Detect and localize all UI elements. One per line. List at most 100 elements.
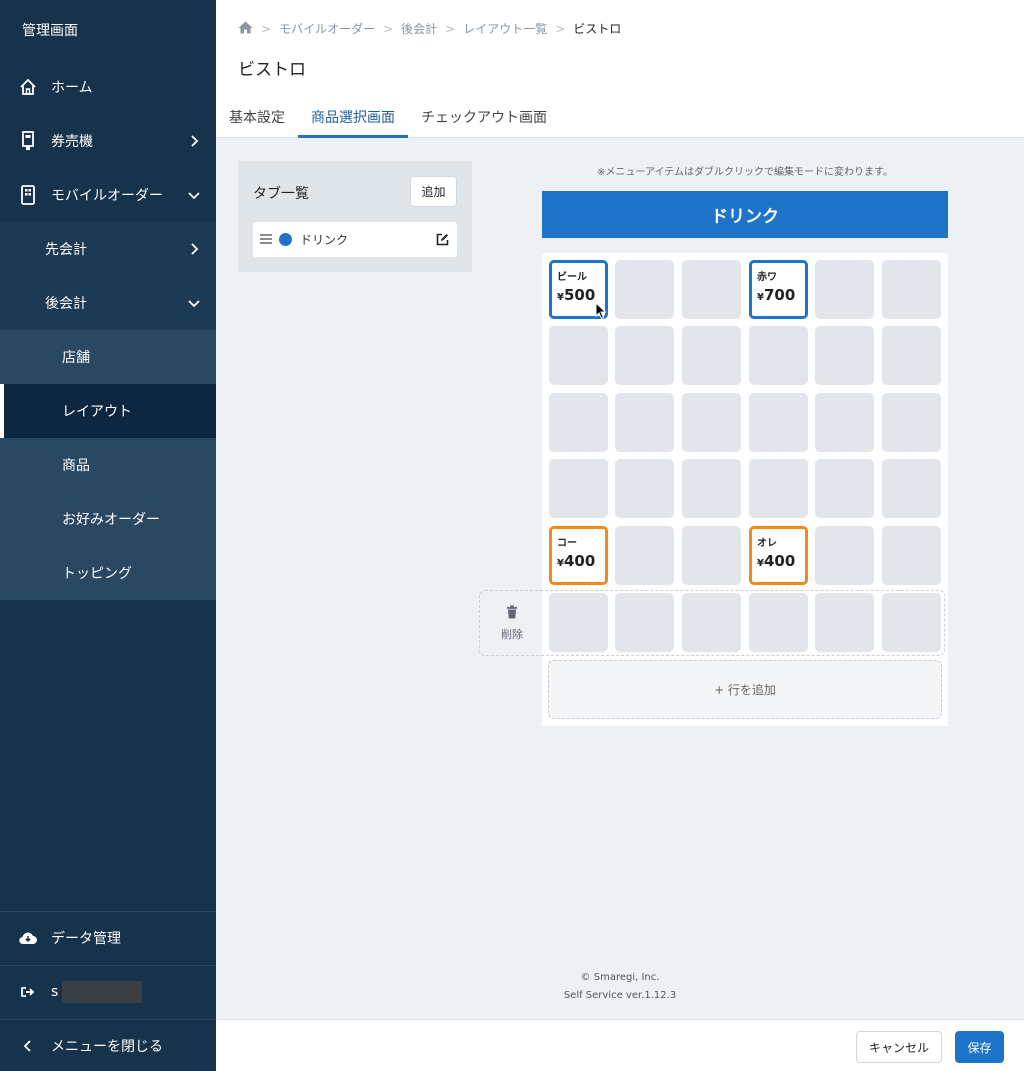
empty-grid-cell[interactable]	[882, 393, 941, 452]
edit-hint: ※メニューアイテムはダブルクリックで編集モードに変わります。	[597, 167, 893, 178]
empty-grid-cell[interactable]	[682, 459, 741, 518]
empty-grid-cell[interactable]	[615, 260, 674, 319]
empty-grid-cell[interactable]	[749, 326, 808, 385]
chevron-right-icon	[188, 135, 200, 147]
empty-grid-cell[interactable]	[815, 260, 874, 319]
empty-grid-cell[interactable]	[882, 326, 941, 385]
tab-list-item[interactable]: ドリンク	[253, 222, 457, 257]
empty-grid-cell[interactable]	[549, 459, 608, 518]
empty-grid-cell[interactable]	[682, 526, 741, 585]
sidebar-item-store[interactable]: 店舗	[0, 330, 216, 384]
sidebar-item-label: ホーム	[51, 80, 93, 96]
tab-product-selection[interactable]: 商品選択画面	[298, 96, 408, 138]
delete-label: 削除	[501, 627, 523, 641]
edit-icon[interactable]	[436, 233, 449, 246]
chevron-down-icon	[188, 189, 200, 201]
trash-icon	[506, 605, 518, 622]
sidebar-item-home[interactable]: ホーム	[0, 60, 216, 114]
sidebar-item-logout[interactable]: s	[0, 965, 216, 1019]
drag-handle-icon[interactable]	[260, 233, 272, 247]
empty-grid-cell[interactable]	[615, 526, 674, 585]
empty-grid-cell[interactable]	[882, 593, 941, 652]
chevron-left-icon	[18, 1036, 38, 1056]
tab-color-dot	[279, 233, 292, 246]
sidebar-item-custom-order[interactable]: お好みオーダー	[0, 492, 216, 546]
empty-grid-cell[interactable]	[815, 326, 874, 385]
breadcrumb-separator: >	[555, 21, 566, 36]
empty-grid-cell[interactable]	[749, 393, 808, 452]
menu-item-cell[interactable]: 赤ワ ¥700	[749, 260, 808, 319]
sidebar-item-label: 後会計	[45, 296, 87, 312]
sidebar-item-label: トッピング	[62, 566, 132, 582]
empty-grid-cell[interactable]	[549, 326, 608, 385]
breadcrumb-separator: >	[445, 21, 456, 36]
breadcrumb-link[interactable]: レイアウト一覧	[463, 20, 547, 37]
cancel-button[interactable]: キャンセル	[856, 1031, 942, 1063]
empty-grid-cell[interactable]	[815, 393, 874, 452]
tab-list-title: タブ一覧	[253, 186, 309, 202]
menu-item-cell[interactable]: オレ ¥400	[749, 526, 808, 585]
currency-symbol: ¥	[557, 292, 564, 303]
currency-symbol: ¥	[757, 292, 764, 303]
save-button[interactable]: 保存	[955, 1031, 1004, 1063]
empty-grid-cell[interactable]	[882, 459, 941, 518]
action-bar: キャンセル 保存	[216, 1019, 1024, 1071]
empty-grid-cell[interactable]	[615, 593, 674, 652]
menu-item-price: ¥700	[757, 286, 805, 304]
menu-item-name: ビール	[557, 272, 587, 283]
menu-item-price: ¥400	[557, 552, 605, 570]
empty-grid-cell[interactable]	[815, 459, 874, 518]
sidebar-item-products[interactable]: 商品	[0, 438, 216, 492]
copyright: © Smaregi, Inc.	[580, 972, 660, 983]
menu-item-name: オレ	[757, 538, 777, 549]
empty-grid-cell[interactable]	[682, 260, 741, 319]
empty-grid-cell[interactable]	[815, 526, 874, 585]
sidebar-item-data-manage[interactable]: データ管理	[0, 911, 216, 965]
empty-grid-cell[interactable]	[615, 459, 674, 518]
sidebar-item-label: 店舗	[62, 350, 90, 366]
empty-grid-cell[interactable]	[682, 326, 741, 385]
sidebar-item-layout[interactable]: レイアウト	[0, 384, 216, 438]
breadcrumb-link[interactable]: 後会計	[401, 20, 437, 37]
breadcrumb-link[interactable]: モバイルオーダー	[279, 20, 375, 37]
sidebar-item-postpay[interactable]: 後会計	[0, 276, 216, 330]
sidebar-item-prepay[interactable]: 先会計	[0, 222, 216, 276]
sidebar-item-mobile-order[interactable]: モバイルオーダー	[0, 168, 216, 222]
empty-grid-cell[interactable]	[882, 260, 941, 319]
empty-grid-cell[interactable]	[615, 326, 674, 385]
home-icon[interactable]	[238, 21, 253, 37]
add-row-button[interactable]: + 行を追加	[548, 660, 942, 719]
menu-item-cell[interactable]: コー ¥400	[549, 526, 608, 585]
sidebar-close-menu[interactable]: メニューを閉じる	[0, 1019, 216, 1071]
sidebar-title: 管理画面	[22, 23, 78, 39]
sidebar-item-topping[interactable]: トッピング	[0, 546, 216, 600]
price-value: 400	[563, 552, 596, 570]
empty-grid-cell[interactable]	[882, 526, 941, 585]
breadcrumb-separator: >	[261, 21, 272, 36]
empty-grid-cell[interactable]	[615, 393, 674, 452]
logout-icon	[18, 982, 38, 1002]
empty-grid-cell[interactable]	[682, 593, 741, 652]
delete-row-button[interactable]: 削除	[480, 591, 544, 655]
breadcrumb-separator: >	[383, 21, 394, 36]
empty-grid-cell[interactable]	[682, 393, 741, 452]
tab-list-item-label: ドリンク	[300, 233, 349, 247]
tab-basic-settings[interactable]: 基本設定	[216, 96, 298, 138]
add-tab-button[interactable]: 追加	[410, 176, 457, 207]
mouse-cursor-icon	[595, 301, 607, 320]
empty-grid-cell[interactable]	[549, 593, 608, 652]
chevron-right-icon	[188, 243, 200, 259]
page-title: ビストロ	[238, 60, 306, 80]
empty-grid-cell[interactable]	[549, 393, 608, 452]
sidebar-item-label: お好みオーダー	[62, 512, 160, 528]
tab-bar: 基本設定 商品選択画面 チェックアウト画面	[216, 96, 560, 138]
empty-grid-cell[interactable]	[815, 593, 874, 652]
mobile-icon	[18, 185, 38, 205]
sidebar-item-ticket-machine[interactable]: 券売機	[0, 114, 216, 168]
ticket-machine-icon	[18, 131, 38, 151]
user-initial: s	[51, 984, 59, 1000]
tab-checkout[interactable]: チェックアウト画面	[408, 96, 560, 138]
breadcrumb-current: ビストロ	[573, 22, 622, 36]
empty-grid-cell[interactable]	[749, 593, 808, 652]
empty-grid-cell[interactable]	[749, 459, 808, 518]
